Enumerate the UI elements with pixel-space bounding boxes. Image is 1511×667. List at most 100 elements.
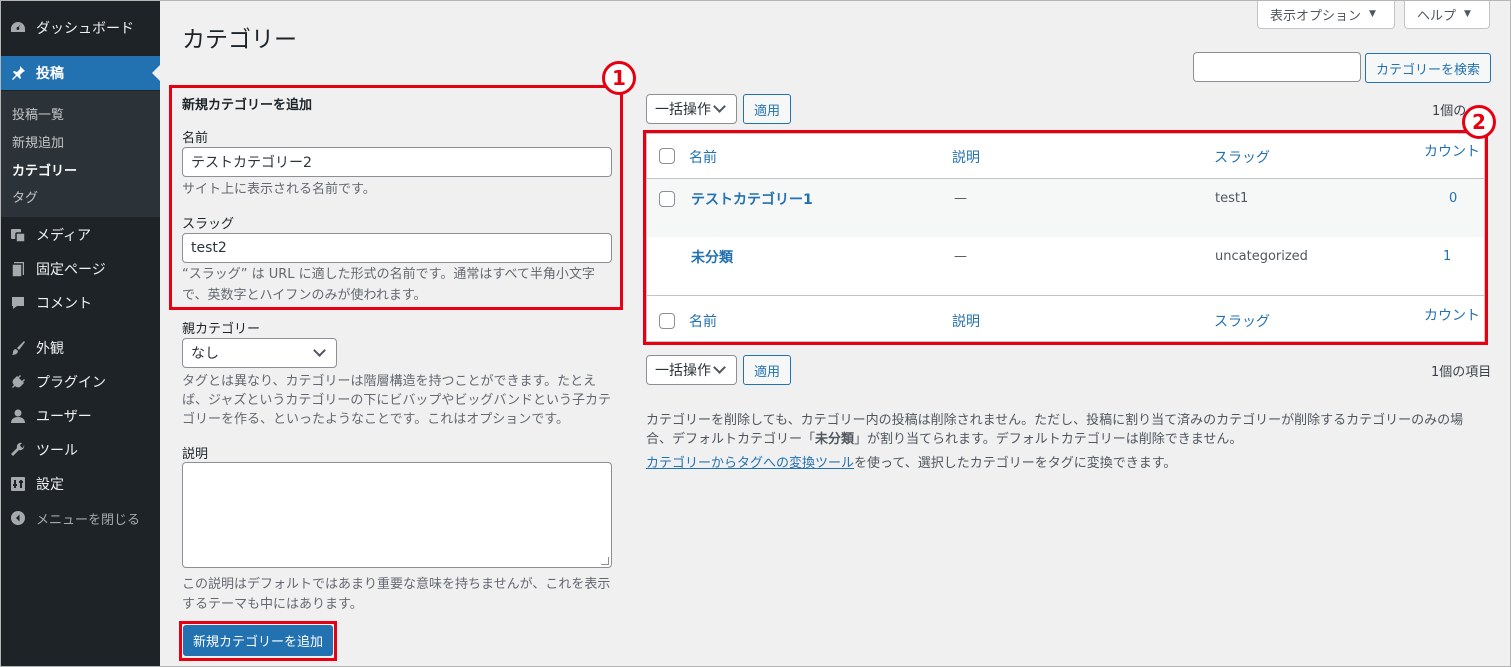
triangle-down-icon: ▼: [1464, 9, 1471, 19]
page-title: カテゴリー: [182, 27, 297, 53]
help-label: ヘルプ: [1417, 8, 1457, 24]
menu-label: メディア: [36, 228, 92, 244]
parent-select-value: なし: [191, 346, 219, 362]
row-description: —: [954, 191, 967, 206]
apply-button-bottom[interactable]: 適用: [743, 355, 791, 385]
slug-input[interactable]: test2: [182, 233, 612, 263]
menu-label: 固定ページ: [36, 262, 106, 278]
submenu-add-new[interactable]: 新規追加: [12, 132, 64, 151]
item-count-top: 1個の: [1432, 104, 1467, 119]
pin-icon: [0, 64, 36, 82]
submenu-categories[interactable]: カテゴリー: [12, 160, 77, 179]
item-count-bottom: 1個の項目: [1431, 365, 1492, 380]
menu-tools[interactable]: ツール: [0, 433, 160, 467]
screen-options-label: 表示オプション: [1270, 8, 1362, 24]
help-button[interactable]: ヘルプ ▼: [1404, 0, 1490, 29]
row-slug: uncategorized: [1215, 249, 1308, 264]
apply-button-top[interactable]: 適用: [743, 94, 791, 124]
description-help-2: するテーマも中にはあります。: [182, 597, 363, 612]
menu-media[interactable]: メディア: [0, 218, 160, 252]
resize-handle[interactable]: [601, 557, 609, 565]
collapse-menu-button[interactable]: メニューを閉じる: [0, 501, 160, 535]
row-slug: test1: [1215, 191, 1249, 206]
search-input[interactable]: [1193, 52, 1361, 82]
row-count-link[interactable]: 1: [1443, 249, 1451, 264]
description-label: 説明: [182, 447, 209, 462]
slug-description-2: で、英数字とハイフンのみが使われます。: [182, 288, 427, 303]
media-icon: [0, 226, 36, 244]
description-help-1: この説明はデフォルトではあまり重要な意味を持ちませんが、これを表示: [182, 577, 611, 592]
plugin-icon: [0, 373, 36, 391]
name-label: 名前: [182, 131, 209, 146]
converter-note: カテゴリーからタグへの変換ツールを使って、選択したカテゴリーをタグに変換できます…: [646, 454, 1496, 474]
bulk-action-select-bottom[interactable]: 一括操作: [646, 355, 737, 385]
submenu-tags[interactable]: タグ: [12, 187, 38, 206]
menu-posts[interactable]: 投稿: [0, 56, 160, 90]
menu-label: 設定: [36, 477, 64, 493]
collapse-label: メニューを閉じる: [36, 512, 141, 528]
row-name-link[interactable]: 未分類: [691, 247, 733, 267]
menu-label: 投稿: [36, 66, 64, 82]
triangle-down-icon: ▼: [1369, 9, 1376, 19]
annotation-badge-2: 2: [1462, 105, 1496, 139]
settings-icon: [0, 475, 36, 493]
screen-options-button[interactable]: 表示オプション ▼: [1257, 0, 1395, 29]
parent-label: 親カテゴリー: [182, 322, 261, 337]
menu-settings[interactable]: 設定: [0, 467, 160, 501]
header-divider: [647, 178, 1484, 179]
comment-icon: [0, 294, 36, 312]
add-category-button[interactable]: 新規カテゴリーを追加: [183, 625, 333, 656]
menu-users[interactable]: ユーザー: [0, 399, 160, 433]
parent-description-1: タグとは異なり、カテゴリーは階層構造を持つことができます。たとえ: [182, 374, 597, 389]
category-tag-converter-link[interactable]: カテゴリーからタグへの変換ツール: [646, 456, 854, 471]
menu-label: ユーザー: [36, 409, 92, 425]
row-count-link[interactable]: 0: [1449, 191, 1457, 206]
bulk-action-label: 一括操作: [655, 363, 711, 379]
column-slug-footer[interactable]: スラッグ: [1214, 311, 1270, 331]
column-name[interactable]: 名前: [689, 147, 717, 167]
menu-label: ツール: [36, 443, 78, 459]
footer-divider: [647, 295, 1484, 296]
delete-note-line-1: カテゴリーを削除しても、カテゴリー内の投稿は削除されません。ただし、投稿に割り当…: [646, 413, 1464, 428]
column-name-footer[interactable]: 名前: [689, 311, 717, 331]
collapse-icon: [0, 509, 36, 527]
posts-submenu: 投稿一覧 新規追加 カテゴリー タグ: [0, 91, 160, 217]
parent-description-3: ゴリーを作る、といったようなことです。これはオプションです。: [182, 412, 570, 427]
note-text: を使って、選択したカテゴリーをタグに変換できます。: [854, 456, 1177, 471]
wrench-icon: [0, 441, 36, 459]
form-heading: 新規カテゴリーを追加: [182, 98, 313, 113]
column-description-footer[interactable]: 説明: [952, 311, 980, 331]
description-textarea[interactable]: [182, 462, 612, 568]
slug-label: スラッグ: [182, 217, 235, 232]
menu-plugins[interactable]: プラグイン: [0, 365, 160, 399]
name-description: サイト上に表示される名前です。: [182, 182, 376, 197]
page-icon: [0, 260, 36, 278]
name-input[interactable]: テストカテゴリー2: [182, 147, 612, 177]
menu-comments[interactable]: コメント: [0, 286, 160, 320]
select-all-checkbox-footer[interactable]: [659, 313, 675, 329]
menu-pages[interactable]: 固定ページ: [0, 252, 160, 286]
column-count[interactable]: カウント: [1424, 141, 1480, 161]
user-icon: [0, 407, 36, 425]
chevron-down-icon: [313, 344, 326, 357]
admin-sidebar: ダッシュボード 投稿 投稿一覧 新規追加 カテゴリー タグ メディア 固定ページ…: [0, 0, 160, 667]
menu-label: プラグイン: [36, 375, 106, 391]
menu-dashboard[interactable]: ダッシュボード: [0, 11, 160, 45]
column-description[interactable]: 説明: [952, 147, 980, 167]
bulk-action-select-top[interactable]: 一括操作: [646, 94, 737, 124]
brush-icon: [0, 339, 36, 357]
select-all-checkbox[interactable]: [659, 148, 675, 164]
bulk-action-label: 一括操作: [655, 102, 711, 118]
parent-select[interactable]: なし: [182, 338, 337, 368]
search-categories-button[interactable]: カテゴリーを検索: [1365, 53, 1491, 83]
column-slug[interactable]: スラッグ: [1214, 147, 1270, 167]
chevron-down-icon: [713, 100, 726, 113]
row-checkbox[interactable]: [659, 191, 675, 207]
column-count-footer[interactable]: カウント: [1424, 305, 1480, 325]
note-text: 合、デフォルトカテゴリー「: [646, 432, 816, 447]
row-name-link[interactable]: テストカテゴリー1: [691, 189, 813, 209]
menu-label: ダッシュボード: [36, 21, 134, 37]
default-category-name: 未分類: [815, 432, 855, 447]
menu-appearance[interactable]: 外観: [0, 331, 160, 365]
submenu-all-posts[interactable]: 投稿一覧: [12, 104, 64, 123]
